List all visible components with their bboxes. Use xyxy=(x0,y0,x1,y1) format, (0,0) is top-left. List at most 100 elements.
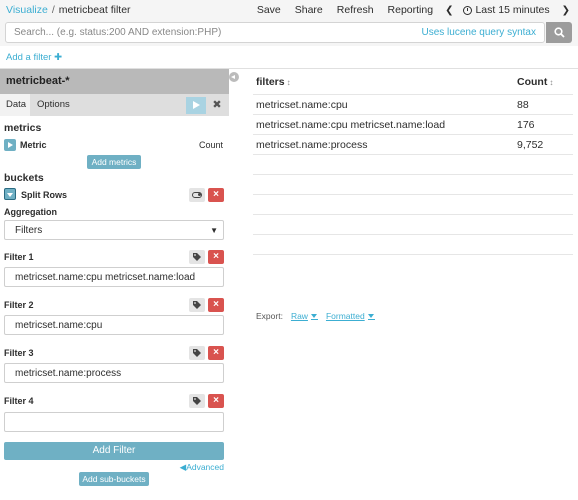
tag-icon xyxy=(193,349,201,357)
add-metrics-button[interactable]: Add metrics xyxy=(87,155,141,169)
filter-input[interactable] xyxy=(4,412,224,432)
aggregation-label: Aggregation xyxy=(4,207,57,217)
tab-options[interactable]: Options xyxy=(37,99,70,110)
add-filter-link[interactable]: Add a filter ✚ xyxy=(6,52,62,63)
tag-icon xyxy=(193,301,201,309)
filter-input-value: metricset.name:cpu metricset.name:load xyxy=(15,272,196,283)
column-header-label: filters xyxy=(256,76,285,88)
breadcrumb-visualize-link[interactable]: Visualize xyxy=(6,4,48,16)
export-bar: Export: Raw Formatted xyxy=(256,311,375,321)
time-picker-button[interactable]: Last 15 minutes xyxy=(475,4,549,16)
sort-icon: ↕ xyxy=(286,78,291,87)
tag-icon xyxy=(193,253,201,261)
breadcrumb-separator: / xyxy=(51,4,55,16)
add-filter-button[interactable]: Add Filter xyxy=(4,442,224,460)
add-filter-label: Add a filter xyxy=(6,52,52,63)
toggle-bucket-button[interactable] xyxy=(189,188,205,202)
search-input[interactable]: Search... (e.g. status:200 AND extension… xyxy=(5,22,545,43)
advanced-toggle[interactable]: ◀Advanced xyxy=(180,462,224,473)
expand-metric-toggle[interactable] xyxy=(4,139,16,151)
filter-input[interactable]: metricset.name:process xyxy=(4,363,224,383)
export-formatted-link[interactable]: Formatted xyxy=(326,311,375,321)
search-icon xyxy=(554,27,565,38)
filter-label: Filter 2 xyxy=(4,300,34,310)
sidebar-tabs: Data Options ✖ xyxy=(0,94,229,116)
tab-data[interactable]: Data xyxy=(0,94,30,116)
apply-changes-button[interactable] xyxy=(186,97,206,114)
cell-filter: metricset.name:process xyxy=(256,139,368,151)
filter-input[interactable]: metricset.name:cpu xyxy=(4,315,224,335)
metric-value: Count xyxy=(199,140,224,150)
cell-count: 88 xyxy=(517,99,529,111)
filter-label-button[interactable] xyxy=(189,250,205,264)
column-header-label: Count xyxy=(517,76,548,88)
top-nav-bar: Visualize / metricbeat filter Save Share R… xyxy=(0,0,578,22)
filter-label: Filter 4 xyxy=(4,396,34,406)
collapse-split-rows-toggle[interactable] xyxy=(4,188,16,200)
search-button[interactable] xyxy=(546,22,572,43)
top-menu: Save Share Refresh Reporting ❮ Last 15 m… xyxy=(243,4,570,16)
metric-label: Metric xyxy=(20,140,47,150)
discard-changes-button[interactable]: ✖ xyxy=(208,97,226,114)
download-icon xyxy=(310,312,318,320)
reporting-button[interactable]: Reporting xyxy=(388,4,434,16)
index-pattern-header: metricbeat-* xyxy=(0,69,229,94)
save-button[interactable]: Save xyxy=(257,4,281,16)
tag-icon xyxy=(193,397,201,405)
aggregation-select[interactable]: Filters ▼ xyxy=(4,220,224,240)
filter-label-button[interactable] xyxy=(189,394,205,408)
remove-bucket-button[interactable]: × xyxy=(208,188,224,202)
cell-filter: metricset.name:cpu metricset.name:load xyxy=(256,119,446,131)
breadcrumb: Visualize / metricbeat filter xyxy=(6,4,131,16)
lucene-syntax-link[interactable]: Uses lucene query syntax xyxy=(421,27,536,38)
cell-count: 176 xyxy=(517,119,535,131)
chevron-left-icon[interactable]: ❮ xyxy=(445,5,453,16)
table-row: metricset.name:process 9,752 xyxy=(253,134,573,154)
advanced-label: Advanced xyxy=(186,462,224,472)
search-placeholder: Search... (e.g. status:200 AND extension… xyxy=(14,27,222,38)
download-icon xyxy=(367,312,375,320)
cell-filter: metricset.name:cpu xyxy=(256,99,348,111)
column-header-filters[interactable]: filters ↕ xyxy=(256,76,291,88)
column-header-count[interactable]: Count ↕ xyxy=(517,76,553,88)
empty-row xyxy=(253,154,573,174)
empty-row xyxy=(253,254,573,274)
plus-icon: ✚ xyxy=(54,52,63,63)
split-rows-label: Split Rows xyxy=(21,190,68,200)
export-formatted-label: Formatted xyxy=(325,311,365,321)
caret-down-icon: ▼ xyxy=(210,226,218,235)
buckets-section-title: buckets xyxy=(4,172,44,184)
remove-filter-button[interactable]: × xyxy=(208,250,224,264)
empty-row xyxy=(253,214,573,234)
empty-row xyxy=(253,194,573,214)
remove-filter-button[interactable]: × xyxy=(208,346,224,360)
refresh-button[interactable]: Refresh xyxy=(337,4,374,16)
filter-input[interactable]: metricset.name:cpu metricset.name:load xyxy=(4,267,224,287)
remove-filter-button[interactable]: × xyxy=(208,394,224,408)
filter-label-button[interactable] xyxy=(189,298,205,312)
metrics-section-title: metrics xyxy=(4,122,42,134)
editor-sidebar: metricbeat-* Data Options ✖ metrics Metr… xyxy=(0,69,229,500)
empty-row xyxy=(253,234,573,254)
remove-filter-button[interactable]: × xyxy=(208,298,224,312)
index-pattern-title: metricbeat-* xyxy=(6,75,70,87)
sort-icon: ↕ xyxy=(549,78,554,87)
clock-icon xyxy=(463,5,473,15)
table-row: metricset.name:cpu metricset.name:load 1… xyxy=(253,114,573,134)
query-bar: Search... (e.g. status:200 AND extension… xyxy=(0,20,578,46)
aggregation-value: Filters xyxy=(15,225,43,236)
cell-count: 9,752 xyxy=(517,139,544,151)
share-button[interactable]: Share xyxy=(295,4,323,16)
chevron-right-icon[interactable]: ❯ xyxy=(562,5,570,16)
filter-label: Filter 1 xyxy=(4,252,34,262)
table-row: metricset.name:cpu 88 xyxy=(253,94,573,114)
export-raw-label: Raw xyxy=(290,311,308,321)
toggle-icon xyxy=(192,192,202,198)
filter-label-button[interactable] xyxy=(189,346,205,360)
export-label: Export: xyxy=(256,311,283,321)
add-sub-buckets-button[interactable]: Add sub-buckets xyxy=(79,472,149,486)
collapse-sidebar-icon[interactable] xyxy=(229,72,239,82)
breadcrumb-current: metricbeat filter xyxy=(58,4,131,16)
filter-input-value: metricset.name:cpu xyxy=(15,320,103,331)
export-raw-link[interactable]: Raw xyxy=(291,311,318,321)
